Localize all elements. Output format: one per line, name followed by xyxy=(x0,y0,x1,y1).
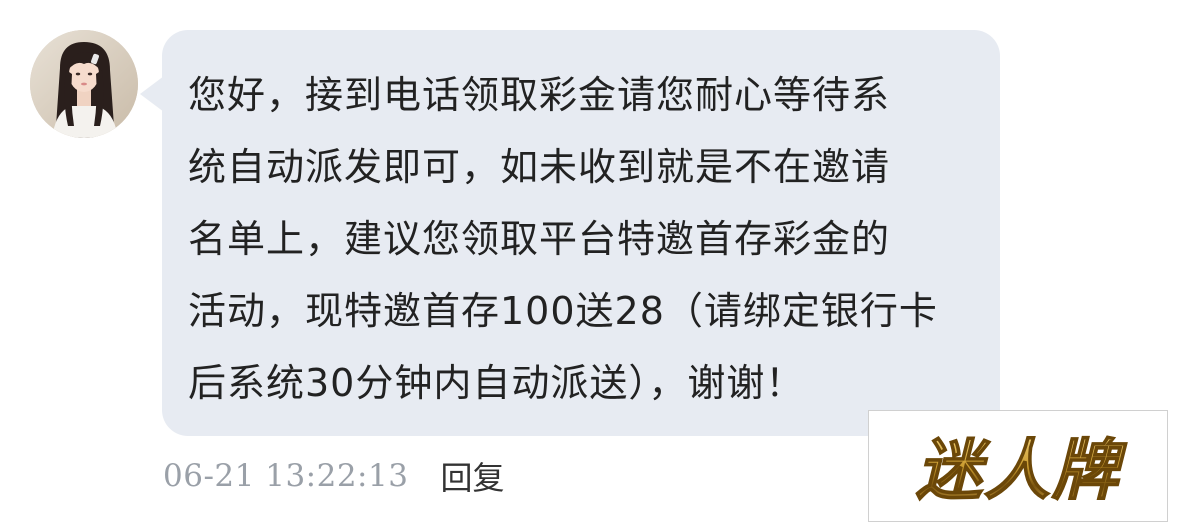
message-line: 名单上，建议您领取平台特邀首存彩金的 xyxy=(188,217,891,261)
bubble-tail xyxy=(140,76,164,112)
reply-button[interactable]: 回复 xyxy=(440,453,504,499)
watermark-text: 迷人牌 xyxy=(916,432,1127,509)
message-timestamp: 06-21 13:22:13 xyxy=(163,458,409,494)
message-line: 统自动派发即可，如未收到就是不在邀请 xyxy=(188,145,891,189)
message-meta: 06-21 13:22:13 回复 xyxy=(163,452,504,500)
watermark-logo: 迷人牌 xyxy=(868,410,1168,522)
message-line: 后系统30分钟内自动派送），谢谢！ xyxy=(188,361,805,405)
watermark-logo-art: 迷人牌 xyxy=(915,431,1127,510)
message-text: 您好，接到电话领取彩金请您耐心等待系 统自动派发即可，如未收到就是不在邀请 名单… xyxy=(188,59,978,419)
message-line: 活动，现特邀首存100送28（请绑定银行卡 xyxy=(188,289,938,333)
message-bubble[interactable]: 您好，接到电话领取彩金请您耐心等待系 统自动派发即可，如未收到就是不在邀请 名单… xyxy=(140,30,1000,436)
chat-message-view: 您好，接到电话领取彩金请您耐心等待系 统自动派发即可，如未收到就是不在邀请 名单… xyxy=(0,0,1179,532)
avatar-photo xyxy=(30,30,138,138)
avatar[interactable] xyxy=(30,30,138,138)
message-line: 您好，接到电话领取彩金请您耐心等待系 xyxy=(188,73,891,117)
